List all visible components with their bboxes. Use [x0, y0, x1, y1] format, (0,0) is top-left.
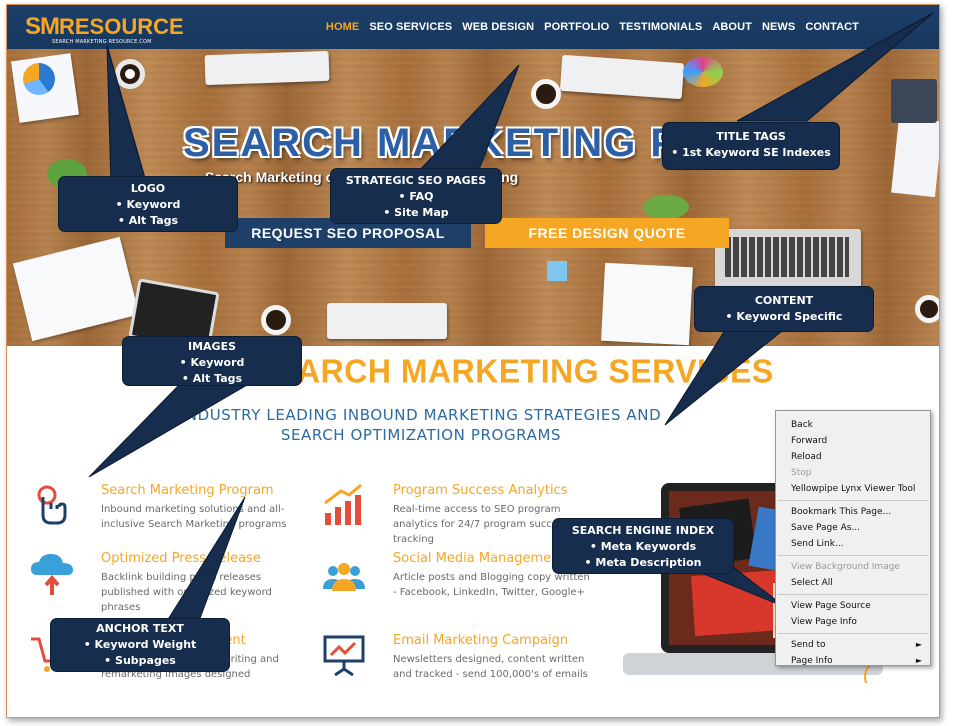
menu-item-send-link[interactable]: Send Link... [776, 536, 930, 552]
callout-title: STRATEGIC SEO PAGES [345, 174, 487, 187]
menu-item-select-all[interactable]: Select All [776, 575, 930, 591]
callout-search-engine-index: SEARCH ENGINE INDEX • Meta Keywords • Me… [553, 519, 733, 573]
menu-item-bookmark[interactable]: Bookmark This Page... [776, 504, 930, 520]
menu-item-label: Send to [791, 640, 826, 650]
menu-separator [778, 500, 928, 501]
callout-bullet: • Subpages [104, 654, 176, 667]
menu-separator [778, 555, 928, 556]
anchor-pointer [166, 496, 246, 622]
callout-bullet: • Alt Tags [117, 214, 179, 227]
menu-item-back[interactable]: Back [776, 417, 930, 433]
menu-item-view-page-info[interactable]: View Page Info [776, 614, 930, 630]
callout-anchor-text: ANCHOR TEXT • Keyword Weight • Subpages [51, 619, 229, 671]
callout-title: TITLE TAGS [716, 130, 786, 143]
menu-separator [778, 594, 928, 595]
menu-item-save-page[interactable]: Save Page As... [776, 520, 930, 536]
menu-item-send-to[interactable]: Send to ► [776, 637, 930, 653]
callout-title-tags: TITLE TAGS • 1st Keyword SE Indexes [663, 123, 839, 169]
title-tags-pointer [736, 12, 934, 122]
menu-item-view-source[interactable]: View Page Source [776, 598, 930, 614]
callout-title: ANCHOR TEXT [96, 622, 184, 635]
callout-bullet: • FAQ [398, 190, 434, 203]
menu-item-label: Page Info [791, 656, 833, 666]
callout-title: CONTENT [754, 294, 814, 307]
callout-title: LOGO [130, 182, 166, 195]
submenu-arrow-icon: ► [915, 640, 922, 649]
menu-item-forward[interactable]: Forward [776, 433, 930, 449]
callout-content: CONTENT • Keyword Specific [695, 287, 873, 331]
callout-bullet: • Keyword [179, 356, 245, 369]
submenu-arrow-icon: ► [915, 656, 922, 665]
callout-strategic-seo-pages: STRATEGIC SEO PAGES • FAQ • Site Map [331, 169, 501, 223]
menu-item-stop: Stop [791, 468, 812, 478]
menu-item-reload[interactable]: Reload [776, 449, 930, 465]
callout-bullet: • 1st Keyword SE Indexes [671, 146, 831, 159]
logo-pointer [106, 44, 148, 186]
callout-bullet: • Alt Tags [181, 372, 243, 385]
menu-separator [778, 633, 928, 634]
images-pointer [88, 384, 249, 478]
callout-bullet: • Meta Description [584, 556, 702, 569]
callout-bullet: • Meta Keywords [589, 540, 697, 553]
callout-images: IMAGES • Keyword • Alt Tags [123, 337, 301, 385]
strategic-pointer [413, 64, 520, 176]
callout-bullet: • Keyword Specific [725, 310, 843, 323]
browser-context-menu: Back Forward Reload Stop Yellowpipe Lynx… [775, 410, 931, 666]
menu-item-view-background: View Background Image [791, 562, 900, 572]
callout-bullet: • Site Map [383, 206, 449, 219]
menu-item-page-info[interactable]: Page Info ► [776, 653, 930, 669]
content-pointer [664, 326, 789, 426]
callout-bullet: • Keyword Weight [83, 638, 197, 651]
callout-logo: LOGO • Keyword • Alt Tags [59, 177, 237, 231]
callout-title: SEARCH ENGINE INDEX [571, 524, 715, 537]
callout-bullet: • Keyword [115, 198, 181, 211]
se-index-pointer [686, 566, 786, 608]
callout-title: IMAGES [187, 340, 237, 353]
menu-item-lynx-viewer[interactable]: Yellowpipe Lynx Viewer Tool [776, 481, 930, 497]
